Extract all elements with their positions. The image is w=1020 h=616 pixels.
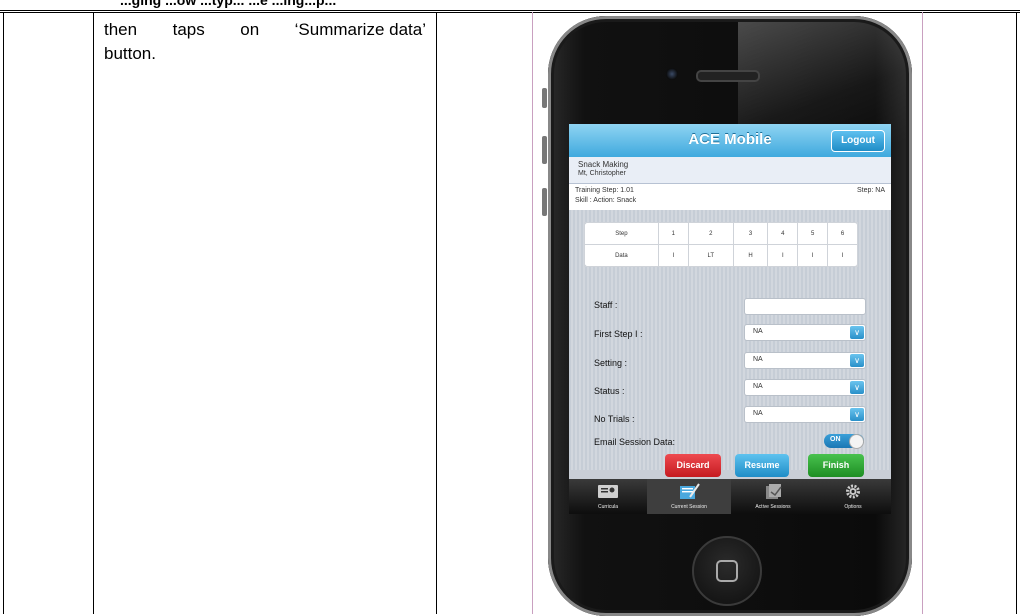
table-cell[interactable]: LT bbox=[687, 244, 734, 267]
step-word: button. bbox=[104, 44, 156, 63]
table-cell: Data bbox=[584, 244, 659, 267]
staff-input[interactable] bbox=[744, 298, 866, 315]
chevron-down-icon[interactable]: ∨ bbox=[850, 354, 864, 367]
finish-button[interactable]: Finish bbox=[808, 454, 864, 477]
document-page: ...ging ...ow ...typ... ...e ...ing...p.… bbox=[0, 0, 1020, 616]
learner-name: Mt, Christopher bbox=[578, 170, 626, 177]
step-description: then taps on ‘Summarize data’ button. bbox=[104, 18, 426, 66]
first-step-value: NA bbox=[753, 328, 763, 335]
table-border-left bbox=[3, 12, 4, 614]
first-step-select[interactable]: NA ∨ bbox=[744, 324, 866, 341]
image-frame-left bbox=[532, 12, 533, 614]
table-row: Step 1 2 3 4 5 6 bbox=[584, 222, 858, 245]
table-column-divider bbox=[436, 12, 437, 614]
table-cell[interactable]: I bbox=[767, 244, 799, 267]
id-card-icon bbox=[598, 485, 618, 498]
tab-label: Curricula bbox=[597, 504, 618, 510]
volume-up-button bbox=[542, 136, 547, 164]
setting-label: Setting : bbox=[594, 358, 628, 368]
chevron-down-icon[interactable]: ∨ bbox=[850, 381, 864, 394]
step-word: taps bbox=[172, 20, 205, 39]
tab-active-sessions[interactable]: Active Sessions bbox=[731, 479, 815, 514]
home-button[interactable] bbox=[692, 536, 762, 606]
table-cell[interactable]: I bbox=[827, 244, 858, 267]
iphone-mockup: ACE Mobile Logout Snack Making Mt, Chris… bbox=[542, 16, 912, 616]
volume-down-button bbox=[542, 188, 547, 216]
trials-value: NA bbox=[753, 410, 763, 417]
table-cell: 4 bbox=[767, 222, 799, 245]
step-word: ‘Summarize data’ bbox=[294, 20, 426, 39]
discard-button[interactable]: Discard bbox=[665, 454, 721, 477]
logout-button[interactable]: Logout bbox=[831, 130, 885, 152]
status-select[interactable]: NA ∨ bbox=[744, 379, 866, 396]
table-border-right bbox=[1016, 12, 1017, 614]
tab-label: Current Session bbox=[671, 504, 707, 510]
tab-bar: Curricula Current Session Active Session… bbox=[569, 479, 891, 514]
program-name: Snack Making bbox=[578, 160, 629, 169]
step-status: Step: NA bbox=[856, 187, 885, 194]
table-cell: 5 bbox=[797, 222, 829, 245]
table-row: Data I LT H I I I bbox=[584, 244, 858, 267]
step-word: then bbox=[104, 20, 138, 39]
setting-value: NA bbox=[753, 356, 763, 363]
table-cell: 1 bbox=[657, 222, 689, 245]
tab-label: Active Sessions bbox=[755, 504, 791, 510]
table-cell: 2 bbox=[687, 222, 734, 245]
table-cell: 6 bbox=[827, 222, 858, 245]
app-screen: ACE Mobile Logout Snack Making Mt, Chris… bbox=[569, 124, 891, 514]
setting-select[interactable]: NA ∨ bbox=[744, 352, 866, 369]
table-cell[interactable]: I bbox=[657, 244, 689, 267]
skill-text: Skill : Action: Snack bbox=[575, 197, 637, 204]
training-header: Training Step: 1.01 Step: NA Skill : Act… bbox=[569, 184, 891, 210]
front-camera bbox=[666, 68, 678, 80]
table-cell[interactable]: I bbox=[797, 244, 829, 267]
resume-button[interactable]: Resume bbox=[735, 454, 789, 477]
gear-icon bbox=[846, 484, 860, 499]
email-session-toggle[interactable]: ON bbox=[824, 434, 864, 449]
email-session-label: Email Session Data: bbox=[594, 437, 676, 447]
step-word: on bbox=[240, 20, 260, 39]
earpiece-speaker bbox=[696, 70, 760, 82]
table-cell: 3 bbox=[732, 222, 769, 245]
notebook-pen-icon bbox=[680, 483, 700, 499]
mute-switch bbox=[542, 88, 547, 108]
first-step-label: First Step I : bbox=[594, 329, 643, 339]
status-label: Status : bbox=[594, 386, 625, 396]
chevron-down-icon[interactable]: ∨ bbox=[850, 408, 864, 421]
image-frame-right bbox=[922, 12, 923, 614]
chevron-down-icon[interactable]: ∨ bbox=[850, 326, 864, 339]
step-data-table: Step 1 2 3 4 5 6 Data I LT H I I I bbox=[584, 222, 858, 267]
staff-label: Staff : bbox=[594, 300, 618, 310]
status-value: NA bbox=[753, 383, 763, 390]
tab-label: Options bbox=[844, 504, 862, 510]
tab-curricula[interactable]: Curricula bbox=[569, 479, 647, 514]
table-cell: Step bbox=[584, 222, 659, 245]
table-header-rule: ...ging ...ow ...typ... ...e ...ing...p.… bbox=[0, 0, 1020, 13]
tab-options[interactable]: Options bbox=[815, 479, 891, 514]
nav-bar: ACE Mobile Logout bbox=[569, 124, 891, 157]
table-cell[interactable]: H bbox=[732, 244, 769, 267]
session-header: Snack Making Mt, Christopher bbox=[569, 157, 891, 184]
table-column-divider bbox=[93, 12, 94, 614]
toggle-state: ON bbox=[830, 436, 841, 443]
tab-current-session[interactable]: Current Session bbox=[647, 479, 731, 514]
trials-label: No Trials : bbox=[594, 414, 635, 424]
stacked-papers-icon bbox=[766, 484, 782, 499]
trials-select[interactable]: NA ∨ bbox=[744, 406, 866, 423]
training-step: Training Step: 1.01 bbox=[575, 187, 634, 194]
cut-off-header-text: ...ging ...ow ...typ... ...e ...ing...p.… bbox=[120, 0, 337, 8]
